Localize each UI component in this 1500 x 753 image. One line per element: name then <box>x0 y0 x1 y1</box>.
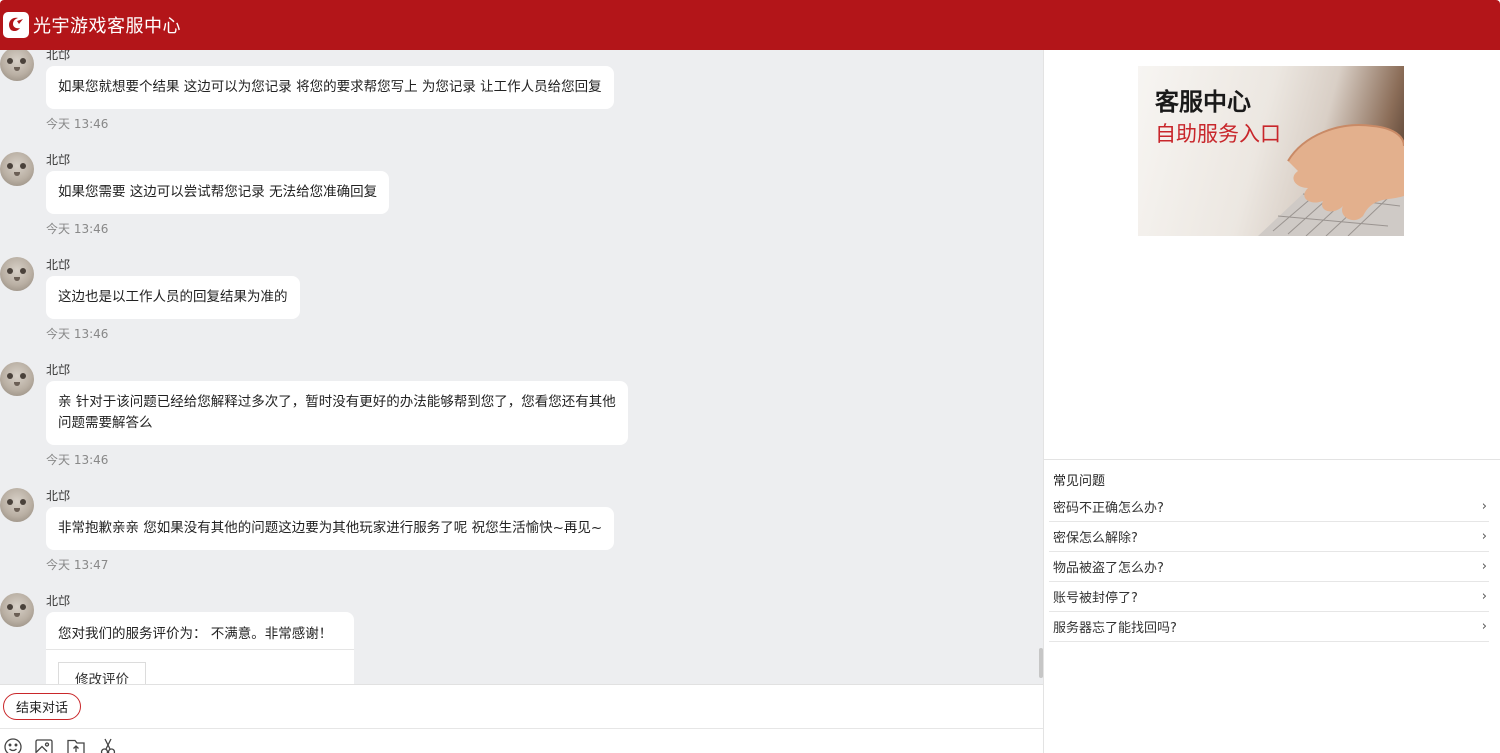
app-header: 光宇游戏客服中心 <box>0 0 1500 50</box>
message-bubble: 如果您就想要个结果 这边可以为您记录 将您的要求帮您写上 为您记录 让工作人员给… <box>46 66 614 109</box>
emoji-icon[interactable] <box>3 737 23 753</box>
app-logo-icon <box>3 12 29 38</box>
scissors-icon[interactable] <box>98 737 118 753</box>
message-bubble: 亲 针对于该问题已经给您解释过多次了，暂时没有更好的办法能够帮到您了，您看您还有… <box>46 381 628 445</box>
faq-title: 常见问题 <box>1053 474 1106 489</box>
toolbar-divider <box>0 728 1043 729</box>
sender-name: 北邙 <box>46 153 71 167</box>
chevron-right-icon: › <box>1481 589 1487 604</box>
message-bubble: 如果您需要 这边可以尝试帮您记录 无法给您准确回复 <box>46 171 390 214</box>
message-bubble: 这边也是以工作人员的回复结果为准的 <box>46 276 300 319</box>
faq-list: 密码不正确怎么办? › 密保怎么解除? › 物品被盗了怎么办? › 账号被封停了… <box>1049 492 1489 642</box>
help-sidebar: 客服中心 自助服务入口 常见问题 密码不正确怎么办? › 密保怎么解除? › 物… <box>1043 50 1500 753</box>
message-time: 今天 13:47 <box>46 558 109 572</box>
agent-avatar <box>0 50 34 81</box>
faq-item-label: 物品被盗了怎么办? <box>1053 561 1164 576</box>
message-bubble: 非常抱歉亲亲 您如果没有其他的问题这边要为其他玩家进行服务了呢 祝您生活愉快~再… <box>46 507 615 550</box>
sender-name: 北邙 <box>46 363 71 377</box>
rating-divider <box>46 649 354 650</box>
message-line: 亲 针对于该问题已经给您解释过多次了，暂时没有更好的办法能够帮到您了，您看您还有… <box>58 394 616 410</box>
message-time: 今天 13:46 <box>46 327 109 341</box>
message-time: 今天 13:46 <box>46 222 109 236</box>
banner-subtitle: 自助服务入口 <box>1155 122 1281 146</box>
message-time: 今天 13:46 <box>46 453 109 467</box>
sender-name: 北邙 <box>46 50 71 62</box>
faq-item[interactable]: 密码不正确怎么办? › <box>1049 492 1489 522</box>
file-upload-icon[interactable] <box>66 737 86 753</box>
chevron-right-icon: › <box>1481 559 1487 574</box>
faq-item[interactable]: 账号被封停了? › <box>1049 582 1489 612</box>
rating-text: 您对我们的服务评价为： 不满意。非常感谢！ <box>58 626 333 642</box>
image-upload-icon[interactable] <box>34 737 54 753</box>
sender-name: 北邙 <box>46 594 71 608</box>
agent-avatar <box>0 593 34 627</box>
agent-avatar <box>0 488 34 522</box>
message-line: 问题需要解答么 <box>58 415 153 431</box>
faq-item[interactable]: 物品被盗了怎么办? › <box>1049 552 1489 582</box>
faq-item-label: 密码不正确怎么办? <box>1053 501 1164 516</box>
agent-avatar <box>0 362 34 396</box>
faq-item-label: 密保怎么解除? <box>1053 531 1138 546</box>
chevron-right-icon: › <box>1481 619 1487 634</box>
self-service-banner[interactable]: 客服中心 自助服务入口 <box>1138 66 1404 236</box>
banner-title: 客服中心 <box>1155 88 1251 116</box>
sidebar-divider <box>1044 459 1500 460</box>
agent-avatar <box>0 257 34 291</box>
rating-card: 您对我们的服务评价为： 不满意。非常感谢！ 修改评价 <box>46 612 354 684</box>
app-title: 光宇游戏客服中心 <box>33 16 181 37</box>
chat-message-list[interactable]: 北邙 如果您就想要个结果 这边可以为您记录 将您的要求帮您写上 为您记录 让工作… <box>0 50 1043 684</box>
message-time: 今天 13:46 <box>46 117 109 131</box>
sender-name: 北邙 <box>46 489 71 503</box>
modify-rating-button[interactable]: 修改评价 <box>58 662 146 684</box>
chevron-right-icon: › <box>1481 499 1487 514</box>
input-area: 结束对话 <box>0 684 1043 753</box>
chevron-right-icon: › <box>1481 529 1487 544</box>
agent-avatar <box>0 152 34 186</box>
faq-item-label: 服务器忘了能找回吗? <box>1053 621 1177 636</box>
faq-item[interactable]: 服务器忘了能找回吗? › <box>1049 612 1489 642</box>
faq-item[interactable]: 密保怎么解除? › <box>1049 522 1489 552</box>
faq-item-label: 账号被封停了? <box>1053 591 1138 606</box>
sender-name: 北邙 <box>46 258 71 272</box>
end-conversation-button[interactable]: 结束对话 <box>3 693 81 720</box>
